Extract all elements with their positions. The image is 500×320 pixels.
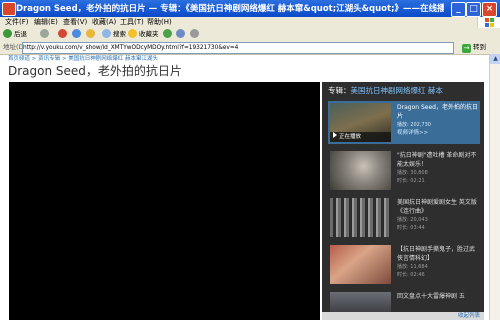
playlist-header-title[interactable]: 美国抗日神剧网络爆红 — [351, 86, 426, 95]
now-playing-label: 正在播放 — [339, 134, 362, 140]
home-button[interactable] — [86, 29, 97, 40]
favorites-label: 收藏夹 — [139, 30, 159, 38]
item-title[interactable]: 回文盘点十大雷爆神剧 五 — [397, 292, 479, 301]
mail-icon — [176, 29, 185, 38]
item-title[interactable]: 【抗日神剧手撕鬼子，胜过武侠言情科幻】 — [397, 245, 479, 263]
video-thumbnail[interactable] — [330, 198, 391, 237]
menu-view[interactable]: 查看(V) — [63, 17, 87, 28]
ie-icon — [2, 2, 16, 16]
go-arrow-icon: → — [462, 44, 471, 53]
minimize-button[interactable]: _ — [451, 2, 466, 17]
item-meta: 播放: 11,684 — [397, 264, 428, 270]
go-button[interactable]: → 转到 — [462, 42, 486, 53]
menu-file[interactable]: 文件(F) — [5, 17, 29, 28]
item-meta: 播放: 30,808 — [397, 170, 428, 176]
refresh-icon — [72, 29, 81, 38]
page-title: Dragon Seed，老外拍的抗日片 — [8, 64, 182, 78]
playlist-item[interactable]: 美国抗日神剧爱剧女生 英文版《连行曲》 播放: 20,043 时长: 03:44 — [328, 196, 480, 239]
menu-favorites[interactable]: 收藏(A) — [92, 17, 116, 28]
playlist-item[interactable]: 回文盘点十大雷爆神剧 五 — [328, 290, 480, 312]
video-thumbnail[interactable] — [330, 151, 391, 190]
item-duration: 时长: 02:46 — [397, 272, 425, 278]
back-label: 后退 — [14, 30, 27, 38]
back-button[interactable]: 后退 — [3, 29, 27, 40]
item-duration: 时长: 02:21 — [397, 178, 425, 184]
video-thumbnail[interactable] — [330, 292, 391, 312]
play-icon — [333, 132, 337, 138]
windows-logo-icon — [477, 17, 500, 28]
toolbar: 后退 搜索 收藏夹 — [0, 28, 500, 42]
item-title[interactable]: "抗日神剧"遭吐槽 革命剧对不能太娱乐！ — [397, 151, 479, 169]
stop-icon — [58, 29, 67, 38]
item-duration: 时长: 03:44 — [397, 225, 425, 231]
playlist-header-name[interactable]: 赫本 — [428, 86, 443, 95]
menu-edit[interactable]: 编辑(E) — [34, 17, 58, 28]
maximize-button[interactable]: □ — [466, 2, 481, 17]
playlist-item[interactable]: "抗日神剧"遭吐槽 革命剧对不能太娱乐！ 播放: 30,808 时长: 02:2… — [328, 149, 480, 192]
history-icon — [163, 29, 172, 38]
back-arrow-icon — [3, 29, 12, 38]
print-button[interactable] — [190, 29, 201, 40]
video-player[interactable] — [9, 82, 320, 320]
item-details-link[interactable]: 视频详情>> — [397, 129, 479, 137]
item-title[interactable]: 美国抗日神剧爱剧女生 英文版《连行曲》 — [397, 198, 479, 216]
print-icon — [190, 29, 199, 38]
stop-button[interactable] — [58, 29, 69, 40]
now-playing-badge: 正在播放 — [330, 132, 391, 142]
star-icon — [128, 29, 137, 38]
playlist-item[interactable]: 正在播放 Dragon Seed，老外拍的抗日片 播放: 202,730 视频详… — [328, 101, 480, 144]
video-thumbnail[interactable]: 正在播放 — [330, 103, 391, 142]
close-button[interactable]: × — [482, 2, 497, 17]
home-icon — [86, 29, 95, 38]
item-meta: 播放: 202,730 — [397, 122, 431, 128]
search-label: 搜索 — [113, 30, 126, 38]
item-meta: 播放: 20,043 — [397, 217, 428, 223]
playlist-item[interactable]: 【抗日神剧手撕鬼子，胜过武侠言情科幻】 播放: 11,684 时长: 02:46 — [328, 243, 480, 286]
mail-button[interactable] — [176, 29, 187, 40]
window-title: Dragon Seed，老外拍的抗日片 — 专辑：《美国抗日神剧网络爆红 赫本窜… — [16, 4, 444, 14]
forward-button[interactable] — [40, 29, 51, 40]
favorites-button[interactable]: 收藏夹 — [128, 29, 159, 40]
playlist-sidebar: 专辑：美国抗日神剧网络爆红 赫本 正在播放 Dragon Seed，老外拍的抗日… — [322, 82, 484, 320]
scroll-up-icon[interactable]: ▲ — [490, 54, 500, 64]
menu-tools[interactable]: 工具(T) — [120, 17, 144, 28]
history-button[interactable] — [163, 29, 174, 40]
video-thumbnail[interactable] — [330, 245, 391, 284]
window-title-bar: Dragon Seed，老外拍的抗日片 — 专辑：《美国抗日神剧网络爆红 赫本窜… — [0, 0, 500, 17]
go-label: 转到 — [473, 43, 486, 51]
menu-help[interactable]: 帮助(H) — [147, 17, 172, 28]
search-icon — [102, 29, 111, 38]
refresh-button[interactable] — [72, 29, 83, 40]
playlist-header-prefix: 专辑： — [328, 86, 351, 95]
breadcrumb[interactable]: 首页频道 > 资讯专辑 > 美国抗日神剧网络爆红 赫本窜江湖头 — [8, 54, 158, 62]
collapse-list-link[interactable]: 收起列表 — [458, 312, 480, 320]
playlist-footer: 收起列表 — [322, 312, 484, 320]
forward-arrow-icon — [40, 29, 49, 38]
address-input[interactable]: http://v.youku.com/v_show/id_XMTYwODcyMD… — [22, 42, 454, 54]
address-bar: 地址(D) http://v.youku.com/v_show/id_XMTYw… — [0, 41, 500, 55]
item-title[interactable]: Dragon Seed，老外拍的抗日片 — [397, 103, 479, 121]
page-scrollbar[interactable]: ▲ — [489, 54, 500, 320]
playlist-header: 专辑：美国抗日神剧网络爆红 赫本 — [328, 85, 443, 96]
search-button[interactable]: 搜索 — [102, 29, 126, 40]
